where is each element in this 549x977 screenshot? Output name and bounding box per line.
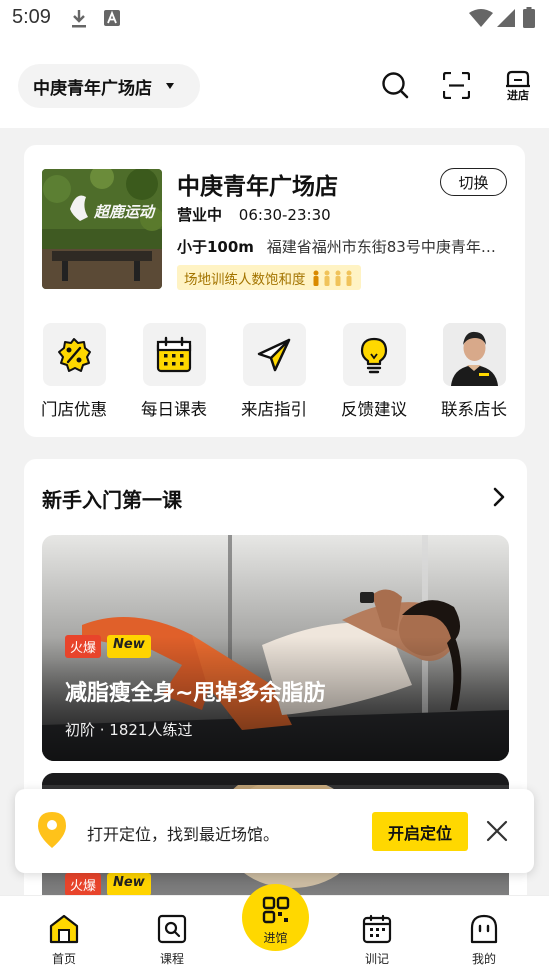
training-calendar-icon: [362, 914, 392, 944]
qr-code-icon: [262, 896, 289, 924]
address-text: 福建省福州市东街83号中庚青年…: [266, 238, 496, 256]
paper-plane-icon: [242, 323, 306, 386]
tab-profile[interactable]: 我的: [449, 914, 519, 967]
enter-store-label[interactable]: 进店: [503, 87, 533, 103]
calendar-icon: [142, 323, 206, 386]
top-header: 中庚青年广场店 进店: [0, 40, 549, 128]
scan-icon[interactable]: [443, 72, 470, 99]
tab-check-in[interactable]: 进馆: [242, 884, 309, 951]
location-prompt: 打开定位，找到最近场馆。 开启定位: [15, 789, 534, 873]
quick-action-contact-manager[interactable]: 联系店长: [429, 323, 519, 420]
store-selector-label: 中庚青年广场店: [33, 78, 152, 99]
discount-badge-icon: [42, 323, 106, 386]
quick-action-label: 来店指引: [241, 400, 307, 419]
store-photo: 超鹿运动: [42, 169, 162, 289]
location-prompt-text: 打开定位，找到最近场馆。: [87, 825, 280, 844]
store-info-card: 超鹿运动 中庚青年广场店 切换 营业中 06:30-23:30 小于100m 福…: [24, 145, 525, 437]
store-address[interactable]: 小于100m 福建省福州市东街83号中庚青年…: [177, 236, 507, 257]
enter-store-icon[interactable]: [505, 70, 531, 88]
signal-icon: [497, 9, 515, 27]
course-meta: 初阶 · 1821人练过: [65, 721, 193, 739]
course-tags: 火爆 New: [65, 873, 151, 896]
quick-action-directions[interactable]: 来店指引: [229, 323, 319, 420]
store-distance: 小于100m: [177, 238, 254, 256]
enable-location-button[interactable]: 开启定位: [372, 812, 468, 851]
app-notification-icon: [104, 10, 120, 26]
tab-label: 课程: [159, 952, 184, 966]
quick-action-label: 联系店长: [441, 400, 507, 419]
quick-action-label: 反馈建议: [341, 400, 407, 419]
course-tags: 火爆 New: [65, 635, 151, 658]
profile-icon: [470, 914, 498, 944]
lightbulb-icon: [342, 323, 406, 386]
hot-tag: 火爆: [65, 873, 102, 896]
tab-label: 训记: [364, 952, 389, 966]
tab-label: 进馆: [263, 931, 288, 945]
store-hours: 营业中 06:30-23:30: [177, 204, 331, 225]
quick-action-discount[interactable]: 门店优惠: [29, 323, 119, 420]
wifi-icon: [469, 9, 493, 27]
tab-home[interactable]: 首页: [29, 914, 99, 967]
course-search-icon: [157, 914, 187, 944]
quick-action-feedback[interactable]: 反馈建议: [329, 323, 419, 420]
chevron-right-icon[interactable]: [492, 487, 506, 507]
manager-avatar: [442, 323, 506, 386]
location-pin-icon: [38, 812, 66, 848]
home-icon: [49, 914, 79, 944]
store-photo-sign: 超鹿运动: [93, 203, 156, 221]
open-status: 营业中: [177, 206, 223, 224]
tab-label: 首页: [51, 952, 76, 966]
bottom-tab-bar: 首页 课程 进馆 训记 我的: [0, 884, 549, 977]
tab-courses[interactable]: 课程: [137, 914, 207, 967]
status-time: 5:09: [12, 6, 51, 28]
course-card[interactable]: 火爆 New 减脂瘦全身~甩掉多余脂肪 初阶 · 1821人练过: [42, 535, 509, 761]
crowd-level-badge: 场地训练人数饱和度: [177, 265, 361, 290]
status-bar: 5:09: [0, 0, 549, 40]
crowd-figures-icon: [312, 270, 354, 286]
crowd-label: 场地训练人数饱和度: [184, 271, 306, 288]
store-selector[interactable]: 中庚青年广场店: [18, 64, 200, 108]
section-title: 新手入门第一课: [42, 488, 182, 512]
new-tag: New: [107, 873, 151, 896]
download-icon: [72, 10, 86, 28]
quick-action-label: 每日课表: [141, 400, 207, 419]
hot-tag: 火爆: [65, 635, 102, 658]
tab-training-log[interactable]: 训记: [342, 914, 412, 967]
quick-action-label: 门店优惠: [41, 400, 107, 419]
search-icon[interactable]: [381, 71, 409, 99]
tab-label: 我的: [471, 952, 496, 966]
caret-down-icon: [166, 83, 174, 89]
new-tag: New: [107, 635, 151, 658]
switch-store-button[interactable]: 切换: [440, 168, 507, 196]
quick-action-schedule[interactable]: 每日课表: [129, 323, 219, 420]
opening-hours: 06:30-23:30: [238, 206, 331, 224]
course-title: 减脂瘦全身~甩掉多余脂肪: [65, 681, 326, 706]
close-icon[interactable]: [485, 819, 509, 843]
store-title: 中庚青年广场店: [177, 174, 338, 200]
battery-icon: [523, 7, 535, 28]
